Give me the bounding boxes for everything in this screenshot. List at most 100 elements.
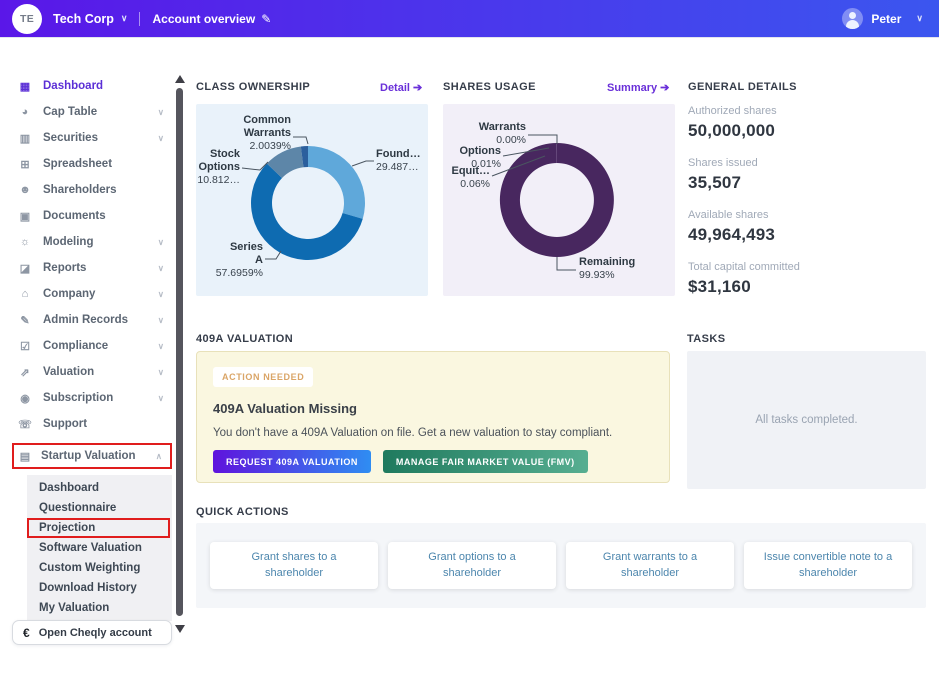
sidebar-item-label: Admin Records [43,314,128,326]
quick-action-issue-convertible-note-to-a-shareholder[interactable]: Issue convertible note to a shareholder [744,542,912,589]
arrow-right-icon: ➔ [660,82,669,94]
topbar: TE Tech Corp ∨ Account overview ✎ Peter … [0,0,939,38]
submenu-item-download-history[interactable]: Download History [27,578,172,598]
sidebar-item-securities[interactable]: ▥ Securities ∨ [0,125,174,151]
stat-label: Shares issued [688,157,928,169]
sidebar-item-label: Spreadsheet [43,158,112,170]
chevron-down-icon: ∨ [158,107,164,118]
stat-shares-issued: Shares issued 35,507 [688,157,928,193]
stat-available-shares: Available shares 49,964,493 [688,209,928,245]
sidebar-item-label: Support [43,418,87,430]
sidebar-item-label: Securities [43,132,98,144]
startup-valuation-icon: ▤ [18,450,32,463]
edit-icon[interactable]: ✎ [261,12,271,26]
scrollbar-thumb[interactable] [176,88,183,616]
sidebar-item-admin-records[interactable]: ✎ Admin Records ∨ [0,307,174,333]
action-needed-badge: ACTION NEEDED [213,367,313,387]
open-cheqly-account-button[interactable]: € Open Cheqly account [12,620,172,645]
divider [139,12,140,26]
request-409a-valuation-button[interactable]: REQUEST 409A VALUATION [213,450,371,473]
sidebar-nav: ▦ Dashboard ◕Cap Table∨ ▥ Securities ∨ ⊞ Spread… [0,73,174,469]
sidebar-item-label: Dashboard [43,80,103,92]
admin-records-icon: ✎ [18,314,32,327]
label-series-a: Series A 57.6959% [216,241,263,280]
company-avatar[interactable]: TE [12,4,42,34]
sidebar-item-cap-table[interactable]: ◕Cap Table∨ [0,99,174,125]
scrollbar-up-arrow[interactable] [175,75,185,83]
sidebar-item-valuation[interactable]: ⇗Valuation∨ [0,359,174,385]
sidebar-item-spreadsheet[interactable]: ⊞ Spreadsheet [0,151,174,177]
user-avatar-icon[interactable] [842,8,863,29]
support-icon: ☏ [18,418,32,431]
general-details-title: GENERAL DETAILS [688,81,797,93]
open-cheqly-account-label: Open Cheqly account [39,627,152,639]
compliance-icon: ☑ [18,340,32,353]
documents-icon: ▣ [18,210,32,223]
valuation-409a-title: 409A VALUATION [196,333,293,345]
chevron-down-icon: ∨ [158,315,164,326]
shares-usage-title: SHARES USAGE [443,81,536,93]
submenu-item-questionnaire[interactable]: Questionnaire [27,498,172,518]
submenu-item-dashboard[interactable]: Dashboard [27,478,172,498]
main-content: CLASS OWNERSHIP Detail➔ SHARES USAGE Sum… [186,39,939,675]
sidebar-item-reports[interactable]: ◪Reports∨ [0,255,174,281]
class-ownership-title: CLASS OWNERSHIP [196,81,310,93]
valuation-409a-body: You don't have a 409A Valuation on file.… [213,427,612,439]
sidebar-item-label: Valuation [43,366,94,378]
quick-action-grant-shares-to-a-shareholder[interactable]: Grant shares to a shareholder [210,542,378,589]
chevron-down-icon: ∨ [158,263,164,274]
stat-value: 35,507 [688,173,928,193]
label-founders: Found… 29.487… [376,148,421,174]
sidebar-item-subscription[interactable]: ◉Subscription∨ [0,385,174,411]
securities-icon: ▥ [18,132,32,145]
submenu-item-projection[interactable]: Projection [27,518,170,538]
user-name[interactable]: Peter [871,12,901,26]
scrollbar-down-arrow[interactable] [175,625,185,633]
reports-icon: ◪ [18,262,32,275]
dashboard-icon: ▦ [18,80,32,93]
company-icon: ⌂ [18,288,32,300]
quick-action-grant-warrants-to-a-shareholder[interactable]: Grant warrants to a shareholder [566,542,734,589]
class-ownership-chart-card: Common Warrants 2.0039% Stock Options 10… [196,104,428,296]
quick-actions-panel: Grant shares to a shareholderGrant optio… [196,523,926,608]
class-ownership-detail-link[interactable]: Detail➔ [380,81,422,94]
label-warrants: Warrants 0.00% [479,121,526,147]
stat-total-capital-committed: Total capital committed$31,160 [688,261,928,297]
sidebar-item-startup-valuation[interactable]: ▤Startup Valuation∧ [12,443,172,469]
sidebar-item-documents[interactable]: ▣Documents [0,203,174,229]
spreadsheet-icon: ⊞ [18,158,32,171]
sidebar-item-support[interactable]: ☏ Support [0,411,174,437]
chevron-down-icon: ∨ [158,133,164,144]
manage-fair-market-value-fmv-button[interactable]: MANAGE FAIR MARKET VALUE (FMV) [383,450,588,473]
chevron-down-icon[interactable]: ∨ [916,13,923,24]
sidebar-item-label: Company [43,288,95,300]
sidebar-item-company[interactable]: ⌂Company∨ [0,281,174,307]
sidebar-item-label: Shareholders [43,184,117,196]
shares-usage-summary-link[interactable]: Summary➔ [607,81,669,94]
sidebar-item-modeling[interactable]: ☼Modeling∨ [0,229,174,255]
submenu-item-custom-weighting[interactable]: Custom Weighting [27,558,172,578]
sidebar-item-shareholders[interactable]: ☻Shareholders [0,177,174,203]
stat-value: 49,964,493 [688,225,928,245]
chevron-up-icon: ∧ [156,451,162,462]
chevron-down-icon: ∨ [158,341,164,352]
quick-action-grant-options-to-a-shareholder[interactable]: Grant options to a shareholder [388,542,556,589]
submenu-item-my-valuation[interactable]: My Valuation [27,598,172,618]
chevron-down-icon: ∨ [158,367,164,378]
label-equity: Equit… 0.06% [452,165,491,191]
sidebar-item-compliance[interactable]: ☑ Compliance ∨ [0,333,174,359]
subscription-icon: ◉ [18,392,32,405]
page-title: Account overview [152,12,255,26]
chevron-down-icon: ∨ [158,393,164,404]
valuation-409a-heading: 409A Valuation Missing [213,401,357,416]
sidebar-item-label: Compliance [43,340,108,352]
company-name[interactable]: Tech Corp [53,12,114,26]
modeling-icon: ☼ [18,236,32,248]
submenu-item-software-valuation[interactable]: Software Valuation [27,538,172,558]
stat-label: Available shares [688,209,928,221]
stat-value: $31,160 [688,277,928,297]
general-details-stats: Authorized shares50,000,000Shares issued… [688,105,928,313]
tasks-empty-text: All tasks completed. [755,414,857,426]
chevron-down-icon[interactable]: ∨ [121,13,128,24]
sidebar-item-dashboard[interactable]: ▦ Dashboard [0,73,174,99]
